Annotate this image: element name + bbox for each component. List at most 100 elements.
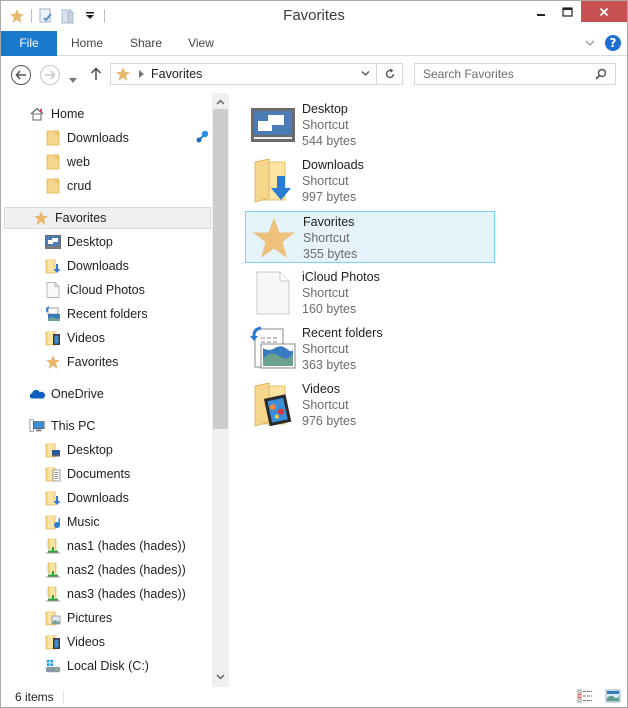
videos-folder-icon	[45, 330, 61, 346]
nav-item-web[interactable]: web	[1, 151, 211, 173]
nav-item-this-pc[interactable]: This PC	[1, 415, 211, 437]
close-button[interactable]	[581, 1, 627, 22]
nav-item-label: OneDrive	[51, 387, 104, 401]
nav-item-onedrive[interactable]: OneDrive	[1, 383, 211, 405]
nav-item-label: Desktop	[67, 443, 113, 457]
expand-ribbon-chevron-icon[interactable]	[585, 36, 595, 50]
star-icon	[33, 210, 49, 226]
nav-item-label: Videos	[67, 635, 105, 649]
maximize-button[interactable]	[554, 1, 581, 22]
search-box[interactable]	[414, 63, 616, 85]
file-icon	[249, 269, 297, 317]
nav-item-documents[interactable]: Documents	[1, 463, 211, 485]
nav-item-desktop[interactable]: Desktop	[1, 231, 211, 253]
nav-item-desktop[interactable]: Desktop	[1, 439, 211, 461]
nav-item-favorites[interactable]: Favorites	[1, 351, 211, 373]
window-controls	[527, 1, 627, 22]
nav-item-label: Desktop	[67, 235, 113, 249]
tab-view[interactable]: View	[181, 31, 221, 56]
up-button[interactable]	[90, 67, 102, 84]
minimize-button[interactable]	[527, 1, 554, 22]
tab-home[interactable]: Home	[63, 31, 111, 56]
breadcrumb-separator-icon[interactable]	[139, 70, 144, 78]
recent-locations-dropdown[interactable]	[69, 72, 77, 86]
folder-icon	[45, 130, 61, 146]
scroll-thumb[interactable]	[213, 109, 228, 429]
desktop-folder-icon	[45, 442, 61, 458]
breadcrumb-favorites[interactable]: Favorites	[151, 67, 202, 81]
search-input[interactable]	[415, 67, 590, 81]
file-item-icloud-photos[interactable]: iCloud Photos Shortcut 160 bytes	[245, 267, 495, 319]
nav-item-videos[interactable]: Videos	[1, 631, 211, 653]
nav-item-music[interactable]: Music	[1, 511, 211, 533]
address-history-dropdown[interactable]	[361, 70, 370, 77]
nav-item-label: Downloads	[67, 491, 129, 505]
navigation-pane: Home Downloads web crud Favorites Desktop Down…	[1, 93, 229, 687]
large-icons-view-icon[interactable]	[605, 689, 621, 706]
file-item-videos[interactable]: Videos Shortcut 976 bytes	[245, 379, 495, 431]
nav-item-label: Pictures	[67, 611, 113, 625]
nav-item-label: nas3 (hades (hades))	[67, 587, 186, 601]
nav-item-downloads[interactable]: Downloads	[1, 255, 211, 277]
item-count: 6 items	[15, 690, 54, 704]
home-icon	[29, 106, 45, 122]
refresh-button[interactable]	[377, 63, 403, 85]
file-type: Shortcut	[302, 118, 349, 132]
file-item-recent-folders[interactable]: Recent folders Shortcut 363 bytes	[245, 323, 495, 375]
nav-item-label: Recent folders	[67, 307, 148, 321]
nav-item-nas2-hades-hades[interactable]: nas2 (hades (hades))	[1, 559, 211, 581]
details-view-icon[interactable]	[577, 689, 593, 706]
nav-item-favorites[interactable]: Favorites	[4, 207, 211, 229]
file-item-favorites[interactable]: Favorites Shortcut 355 bytes	[245, 211, 495, 263]
search-icon[interactable]	[595, 68, 607, 80]
nav-item-videos[interactable]: Videos	[1, 327, 211, 349]
nav-item-downloads[interactable]: Downloads	[1, 487, 211, 509]
file-name: Favorites	[303, 215, 355, 229]
nav-item-local-disk-c[interactable]: Local Disk (C:)	[1, 655, 211, 677]
tab-file[interactable]: File	[1, 31, 57, 56]
nav-item-crud[interactable]: crud	[1, 175, 211, 197]
pin-icon[interactable]	[195, 130, 209, 147]
downloads-folder-icon	[249, 157, 297, 205]
file-item-downloads[interactable]: Downloads Shortcut 997 bytes	[245, 155, 495, 207]
nav-item-icloud-photos[interactable]: iCloud Photos	[1, 279, 211, 301]
nav-item-nas3-hades-hades[interactable]: nas3 (hades (hades))	[1, 583, 211, 605]
view-toggle	[577, 689, 621, 706]
nav-item-home[interactable]: Home	[1, 103, 211, 125]
desktop-icon	[249, 101, 297, 149]
music-folder-icon	[45, 514, 61, 530]
nav-item-label: Videos	[67, 331, 105, 345]
forward-arrow-icon	[45, 70, 56, 80]
nav-item-label: web	[67, 155, 90, 169]
nav-item-downloads[interactable]: Downloads	[1, 127, 211, 149]
desktop-icon	[45, 234, 61, 250]
folder-icon	[45, 178, 61, 194]
refresh-icon	[385, 68, 394, 79]
folder-icon	[45, 154, 61, 170]
nav-item-pictures[interactable]: Pictures	[1, 607, 211, 629]
navigation-pane-scrollbar[interactable]	[212, 93, 229, 687]
chevron-down-icon	[361, 71, 370, 76]
back-button[interactable]	[11, 65, 31, 85]
nav-item-nas1-hades-hades[interactable]: nas1 (hades (hades))	[1, 535, 211, 557]
navigation-bar: Favorites	[1, 57, 627, 91]
nav-item-label: Favorites	[55, 211, 107, 225]
tab-share[interactable]: Share	[123, 31, 169, 56]
scroll-down-button[interactable]	[212, 670, 229, 684]
file-name: iCloud Photos	[302, 270, 380, 284]
status-bar: 6 items	[1, 687, 627, 707]
file-name: Desktop	[302, 102, 348, 116]
file-type: Shortcut	[302, 398, 349, 412]
this-pc-icon	[29, 418, 45, 434]
close-icon	[599, 7, 609, 16]
address-bar[interactable]: Favorites	[110, 63, 377, 85]
file-item-desktop[interactable]: Desktop Shortcut 544 bytes	[245, 99, 495, 151]
scroll-up-button[interactable]	[212, 95, 229, 109]
nav-item-recent-folders[interactable]: Recent folders	[1, 303, 211, 325]
forward-button[interactable]	[40, 65, 60, 85]
chevron-up-icon	[216, 99, 225, 105]
help-icon[interactable]: ?	[605, 35, 621, 51]
star-icon	[45, 354, 61, 370]
up-arrow-icon	[90, 67, 102, 80]
file-size: 997 bytes	[302, 190, 357, 204]
